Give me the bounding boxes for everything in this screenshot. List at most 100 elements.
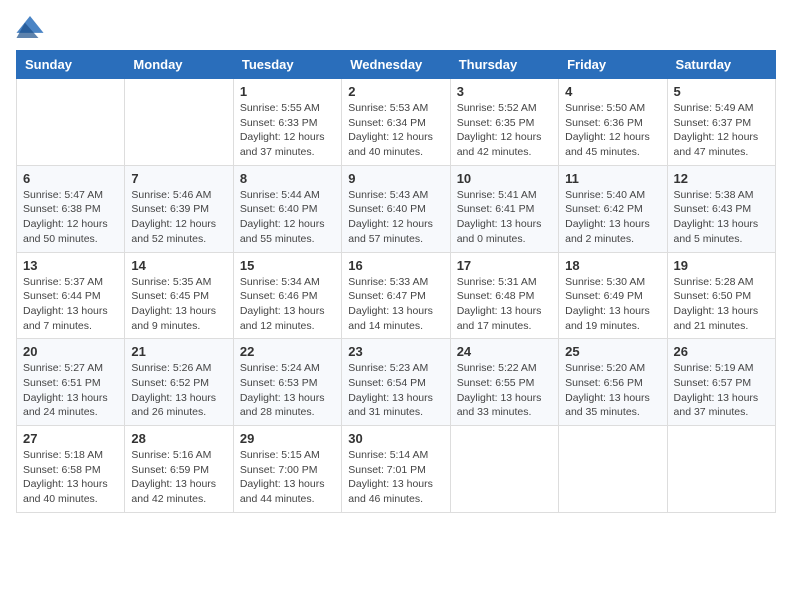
day-info: Sunrise: 5:16 AMSunset: 6:59 PMDaylight:… bbox=[131, 448, 226, 507]
day-info: Sunrise: 5:18 AMSunset: 6:58 PMDaylight:… bbox=[23, 448, 118, 507]
weekday-header: Sunday bbox=[17, 51, 125, 79]
day-info: Sunrise: 5:49 AMSunset: 6:37 PMDaylight:… bbox=[674, 101, 769, 160]
weekday-header: Wednesday bbox=[342, 51, 450, 79]
logo-icon bbox=[16, 16, 44, 38]
calendar-cell: 13 Sunrise: 5:37 AMSunset: 6:44 PMDayligh… bbox=[17, 252, 125, 339]
weekday-header: Friday bbox=[559, 51, 667, 79]
page-header bbox=[16, 16, 776, 38]
day-info: Sunrise: 5:55 AMSunset: 6:33 PMDaylight:… bbox=[240, 101, 335, 160]
logo bbox=[16, 16, 48, 38]
calendar-cell: 5 Sunrise: 5:49 AMSunset: 6:37 PMDaylight… bbox=[667, 79, 775, 166]
calendar-cell: 19Sunrise: 5:28 AMSunset: 6:50 PMDayligh… bbox=[667, 252, 775, 339]
calendar-week-row: 6Sunrise: 5:47 AMSunset: 6:38 PMDaylight… bbox=[17, 165, 776, 252]
day-info: Sunrise: 5:52 AMSunset: 6:35 PMDaylight:… bbox=[457, 101, 552, 160]
weekday-header: Tuesday bbox=[233, 51, 341, 79]
weekday-header: Monday bbox=[125, 51, 233, 79]
calendar-cell: 14Sunrise: 5:35 AMSunset: 6:45 PMDayligh… bbox=[125, 252, 233, 339]
calendar-cell: 29 Sunrise: 5:15 AMSunset: 7:00 PMDayligh… bbox=[233, 426, 341, 513]
day-info: Sunrise: 5:46 AMSunset: 6:39 PMDaylight:… bbox=[131, 188, 226, 247]
day-number: 30 bbox=[348, 431, 443, 446]
calendar-cell bbox=[559, 426, 667, 513]
calendar-cell: 22 Sunrise: 5:24 AMSunset: 6:53 PMDayligh… bbox=[233, 339, 341, 426]
day-number: 18 bbox=[565, 258, 660, 273]
calendar-cell: 1 Sunrise: 5:55 AMSunset: 6:33 PMDaylight… bbox=[233, 79, 341, 166]
calendar-cell: 10 Sunrise: 5:41 AMSunset: 6:41 PMDayligh… bbox=[450, 165, 558, 252]
day-number: 11 bbox=[565, 171, 660, 186]
day-number: 21 bbox=[131, 344, 226, 359]
calendar-cell: 20 Sunrise: 5:27 AMSunset: 6:51 PMDayligh… bbox=[17, 339, 125, 426]
day-info: Sunrise: 5:33 AMSunset: 6:47 PMDaylight:… bbox=[348, 275, 443, 334]
day-number: 19 bbox=[674, 258, 769, 273]
day-info: Sunrise: 5:37 AMSunset: 6:44 PMDaylight:… bbox=[23, 275, 118, 334]
day-info: Sunrise: 5:38 AMSunset: 6:43 PMDaylight:… bbox=[674, 188, 769, 247]
day-number: 24 bbox=[457, 344, 552, 359]
calendar-cell bbox=[125, 79, 233, 166]
day-info: Sunrise: 5:50 AMSunset: 6:36 PMDaylight:… bbox=[565, 101, 660, 160]
calendar-cell: 25Sunrise: 5:20 AMSunset: 6:56 PMDayligh… bbox=[559, 339, 667, 426]
day-info: Sunrise: 5:23 AMSunset: 6:54 PMDaylight:… bbox=[348, 361, 443, 420]
day-number: 20 bbox=[23, 344, 118, 359]
calendar-cell: 9 Sunrise: 5:43 AMSunset: 6:40 PMDaylight… bbox=[342, 165, 450, 252]
calendar-table: SundayMondayTuesdayWednesdayThursdayFrid… bbox=[16, 50, 776, 513]
day-info: Sunrise: 5:19 AMSunset: 6:57 PMDaylight:… bbox=[674, 361, 769, 420]
day-number: 28 bbox=[131, 431, 226, 446]
day-number: 1 bbox=[240, 84, 335, 99]
calendar-cell: 11 Sunrise: 5:40 AMSunset: 6:42 PMDayligh… bbox=[559, 165, 667, 252]
day-info: Sunrise: 5:43 AMSunset: 6:40 PMDaylight:… bbox=[348, 188, 443, 247]
day-info: Sunrise: 5:20 AMSunset: 6:56 PMDaylight:… bbox=[565, 361, 660, 420]
day-number: 8 bbox=[240, 171, 335, 186]
day-info: Sunrise: 5:26 AMSunset: 6:52 PMDaylight:… bbox=[131, 361, 226, 420]
day-number: 16 bbox=[348, 258, 443, 273]
day-info: Sunrise: 5:24 AMSunset: 6:53 PMDaylight:… bbox=[240, 361, 335, 420]
calendar-week-row: 27 Sunrise: 5:18 AMSunset: 6:58 PMDayligh… bbox=[17, 426, 776, 513]
calendar-header-row: SundayMondayTuesdayWednesdayThursdayFrid… bbox=[17, 51, 776, 79]
day-info: Sunrise: 5:40 AMSunset: 6:42 PMDaylight:… bbox=[565, 188, 660, 247]
calendar-cell: 27 Sunrise: 5:18 AMSunset: 6:58 PMDayligh… bbox=[17, 426, 125, 513]
calendar-cell: 3 Sunrise: 5:52 AMSunset: 6:35 PMDaylight… bbox=[450, 79, 558, 166]
weekday-header: Saturday bbox=[667, 51, 775, 79]
calendar-cell bbox=[17, 79, 125, 166]
day-info: Sunrise: 5:31 AMSunset: 6:48 PMDaylight:… bbox=[457, 275, 552, 334]
weekday-header: Thursday bbox=[450, 51, 558, 79]
calendar-cell: 8Sunrise: 5:44 AMSunset: 6:40 PMDaylight… bbox=[233, 165, 341, 252]
day-info: Sunrise: 5:41 AMSunset: 6:41 PMDaylight:… bbox=[457, 188, 552, 247]
calendar-cell: 23 Sunrise: 5:23 AMSunset: 6:54 PMDayligh… bbox=[342, 339, 450, 426]
day-info: Sunrise: 5:15 AMSunset: 7:00 PMDaylight:… bbox=[240, 448, 335, 507]
day-info: Sunrise: 5:14 AMSunset: 7:01 PMDaylight:… bbox=[348, 448, 443, 507]
day-number: 29 bbox=[240, 431, 335, 446]
day-number: 14 bbox=[131, 258, 226, 273]
day-number: 15 bbox=[240, 258, 335, 273]
day-number: 2 bbox=[348, 84, 443, 99]
calendar-cell: 26 Sunrise: 5:19 AMSunset: 6:57 PMDayligh… bbox=[667, 339, 775, 426]
day-number: 7 bbox=[131, 171, 226, 186]
calendar-week-row: 1 Sunrise: 5:55 AMSunset: 6:33 PMDaylight… bbox=[17, 79, 776, 166]
calendar-cell: 15 Sunrise: 5:34 AMSunset: 6:46 PMDayligh… bbox=[233, 252, 341, 339]
day-info: Sunrise: 5:27 AMSunset: 6:51 PMDaylight:… bbox=[23, 361, 118, 420]
day-info: Sunrise: 5:22 AMSunset: 6:55 PMDaylight:… bbox=[457, 361, 552, 420]
calendar-cell: 17Sunrise: 5:31 AMSunset: 6:48 PMDayligh… bbox=[450, 252, 558, 339]
calendar-cell bbox=[667, 426, 775, 513]
calendar-cell: 7 Sunrise: 5:46 AMSunset: 6:39 PMDaylight… bbox=[125, 165, 233, 252]
day-info: Sunrise: 5:34 AMSunset: 6:46 PMDaylight:… bbox=[240, 275, 335, 334]
calendar-cell: 30 Sunrise: 5:14 AMSunset: 7:01 PMDayligh… bbox=[342, 426, 450, 513]
calendar-cell: 4 Sunrise: 5:50 AMSunset: 6:36 PMDaylight… bbox=[559, 79, 667, 166]
calendar-cell: 18Sunrise: 5:30 AMSunset: 6:49 PMDayligh… bbox=[559, 252, 667, 339]
day-number: 3 bbox=[457, 84, 552, 99]
day-number: 10 bbox=[457, 171, 552, 186]
day-number: 9 bbox=[348, 171, 443, 186]
day-number: 4 bbox=[565, 84, 660, 99]
calendar-cell: 21 Sunrise: 5:26 AMSunset: 6:52 PMDayligh… bbox=[125, 339, 233, 426]
day-info: Sunrise: 5:47 AMSunset: 6:38 PMDaylight:… bbox=[23, 188, 118, 247]
day-number: 22 bbox=[240, 344, 335, 359]
calendar-cell: 12Sunrise: 5:38 AMSunset: 6:43 PMDayligh… bbox=[667, 165, 775, 252]
day-number: 26 bbox=[674, 344, 769, 359]
calendar-cell: 2Sunrise: 5:53 AMSunset: 6:34 PMDaylight… bbox=[342, 79, 450, 166]
day-number: 23 bbox=[348, 344, 443, 359]
day-number: 27 bbox=[23, 431, 118, 446]
day-number: 13 bbox=[23, 258, 118, 273]
calendar-week-row: 13 Sunrise: 5:37 AMSunset: 6:44 PMDayligh… bbox=[17, 252, 776, 339]
calendar-body: 1 Sunrise: 5:55 AMSunset: 6:33 PMDaylight… bbox=[17, 79, 776, 513]
calendar-cell: 28 Sunrise: 5:16 AMSunset: 6:59 PMDayligh… bbox=[125, 426, 233, 513]
day-number: 5 bbox=[674, 84, 769, 99]
calendar-cell bbox=[450, 426, 558, 513]
